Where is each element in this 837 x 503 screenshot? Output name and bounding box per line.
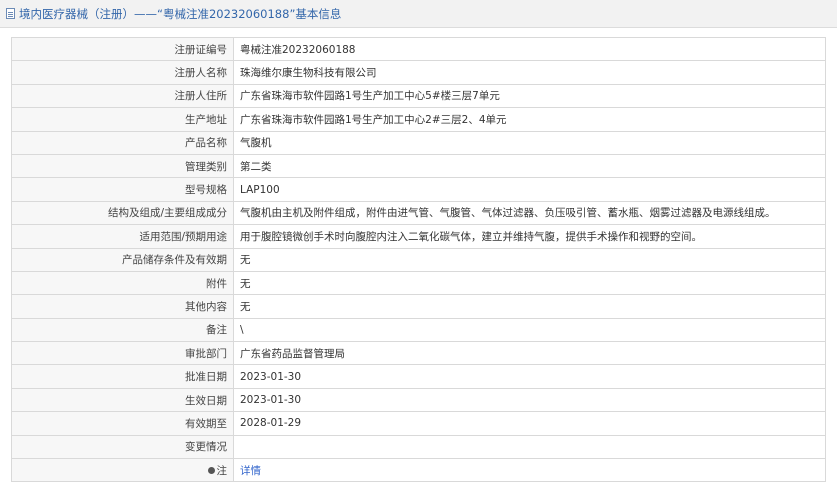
field-label: 其他内容 — [11, 294, 234, 319]
field-value: 2023-01-30 — [233, 387, 826, 413]
field-label: 备注 — [11, 317, 234, 343]
field-label: 有效期至 — [11, 411, 234, 436]
field-value: 无 — [233, 294, 826, 319]
detail-content: 注册证编号 粤械注准20232060188 注册人名称 珠海维尔康生物科技有限公司 注册… — [0, 28, 837, 483]
field-value: 广东省药品监督管理局 — [233, 341, 826, 366]
table-row: 管理类别 第二类 — [11, 153, 826, 179]
note-label: 注 — [216, 464, 228, 477]
table-row: 型号规格 LAP100 — [11, 177, 826, 202]
field-value: LAP100 — [233, 177, 826, 202]
table-row: 生效日期 2023-01-30 — [11, 387, 826, 413]
table-row: 结构及组成/主要组成成分 气腹机由主机及附件组成，附件由进气管、气腹管、气体过滤器… — [11, 200, 826, 226]
table-row: 产品名称 气腹机 — [11, 130, 826, 155]
field-value: 广东省珠海市软件园路1号生产加工中心2#三层2、4单元 — [233, 107, 826, 132]
field-label: 注册人住所 — [11, 83, 234, 109]
table-row: 有效期至 2028-01-29 — [11, 411, 826, 436]
field-value: 用于腹腔镜微创手术时向腹腔内注入二氧化碳气体，建立并维持气腹，提供手术操作和视野… — [233, 224, 826, 249]
note-label-cell: 注 — [11, 458, 234, 483]
field-label: 注册人名称 — [11, 60, 234, 85]
field-label: 型号规格 — [11, 177, 234, 202]
field-label: 附件 — [11, 270, 234, 296]
details-link[interactable]: 详情 — [240, 465, 261, 477]
field-label: 适用范围/预期用途 — [11, 224, 234, 249]
table-row: 注册人名称 珠海维尔康生物科技有限公司 — [11, 60, 826, 85]
page-header: 境内医疗器械（注册）——“粤械注准20232060188”基本信息 — [0, 0, 837, 28]
table-row: 审批部门 广东省药品监督管理局 — [11, 341, 826, 366]
field-label: 结构及组成/主要组成成分 — [11, 200, 234, 226]
table-row: 注册证编号 粤械注准20232060188 — [11, 36, 826, 62]
field-value: 珠海维尔康生物科技有限公司 — [233, 60, 826, 85]
field-value: 第二类 — [233, 153, 826, 179]
info-table: 注册证编号 粤械注准20232060188 注册人名称 珠海维尔康生物科技有限公司 注册… — [11, 36, 826, 483]
field-value: 广东省珠海市软件园路1号生产加工中心5#楼三层7单元 — [233, 83, 826, 109]
table-row: 附件无 — [11, 270, 826, 296]
field-label: 审批部门 — [11, 341, 234, 366]
table-row: 生产地址 广东省珠海市软件园路1号生产加工中心2#三层2、4单元 — [11, 107, 826, 132]
page-title: 境内医疗器械（注册）——“粤械注准20232060188”基本信息 — [19, 6, 342, 21]
field-label: 生效日期 — [11, 387, 234, 413]
field-value: \ — [233, 317, 826, 343]
table-row: 产品储存条件及有效期无 — [11, 247, 826, 272]
field-value: 气腹机 — [233, 130, 826, 155]
field-label: 注册证编号 — [11, 36, 234, 62]
table-row: 适用范围/预期用途 用于腹腔镜微创手术时向腹腔内注入二氧化碳气体，建立并维持气腹，… — [11, 224, 826, 249]
document-icon — [6, 8, 15, 19]
field-label: 生产地址 — [11, 107, 234, 132]
field-value: 气腹机由主机及附件组成，附件由进气管、气腹管、气体过滤器、负压吸引管、蓄水瓶、烟… — [233, 200, 826, 226]
note-value-cell: 详情 — [233, 458, 826, 483]
field-label: 管理类别 — [11, 153, 234, 179]
table-row: 其他内容无 — [11, 294, 826, 319]
table-row-note: 注详情 — [11, 458, 826, 483]
table-row: 批准日期 2023-01-30 — [11, 364, 826, 389]
table-row: 变更情况 — [11, 434, 826, 460]
note-dot-icon — [207, 467, 215, 475]
field-value: 2023-01-30 — [233, 364, 826, 389]
field-value: 无 — [233, 270, 826, 296]
field-value: 2028-01-29 — [233, 411, 826, 436]
field-label: 变更情况 — [11, 434, 234, 460]
field-value — [233, 434, 826, 460]
table-row: 注册人住所 广东省珠海市软件园路1号生产加工中心5#楼三层7单元 — [11, 83, 826, 109]
field-label: 批准日期 — [11, 364, 234, 389]
field-label: 产品储存条件及有效期 — [11, 247, 234, 272]
table-row: 备注 \ — [11, 317, 826, 343]
field-value: 粤械注准20232060188 — [233, 36, 826, 62]
field-label: 产品名称 — [11, 130, 234, 155]
field-value: 无 — [233, 247, 826, 272]
